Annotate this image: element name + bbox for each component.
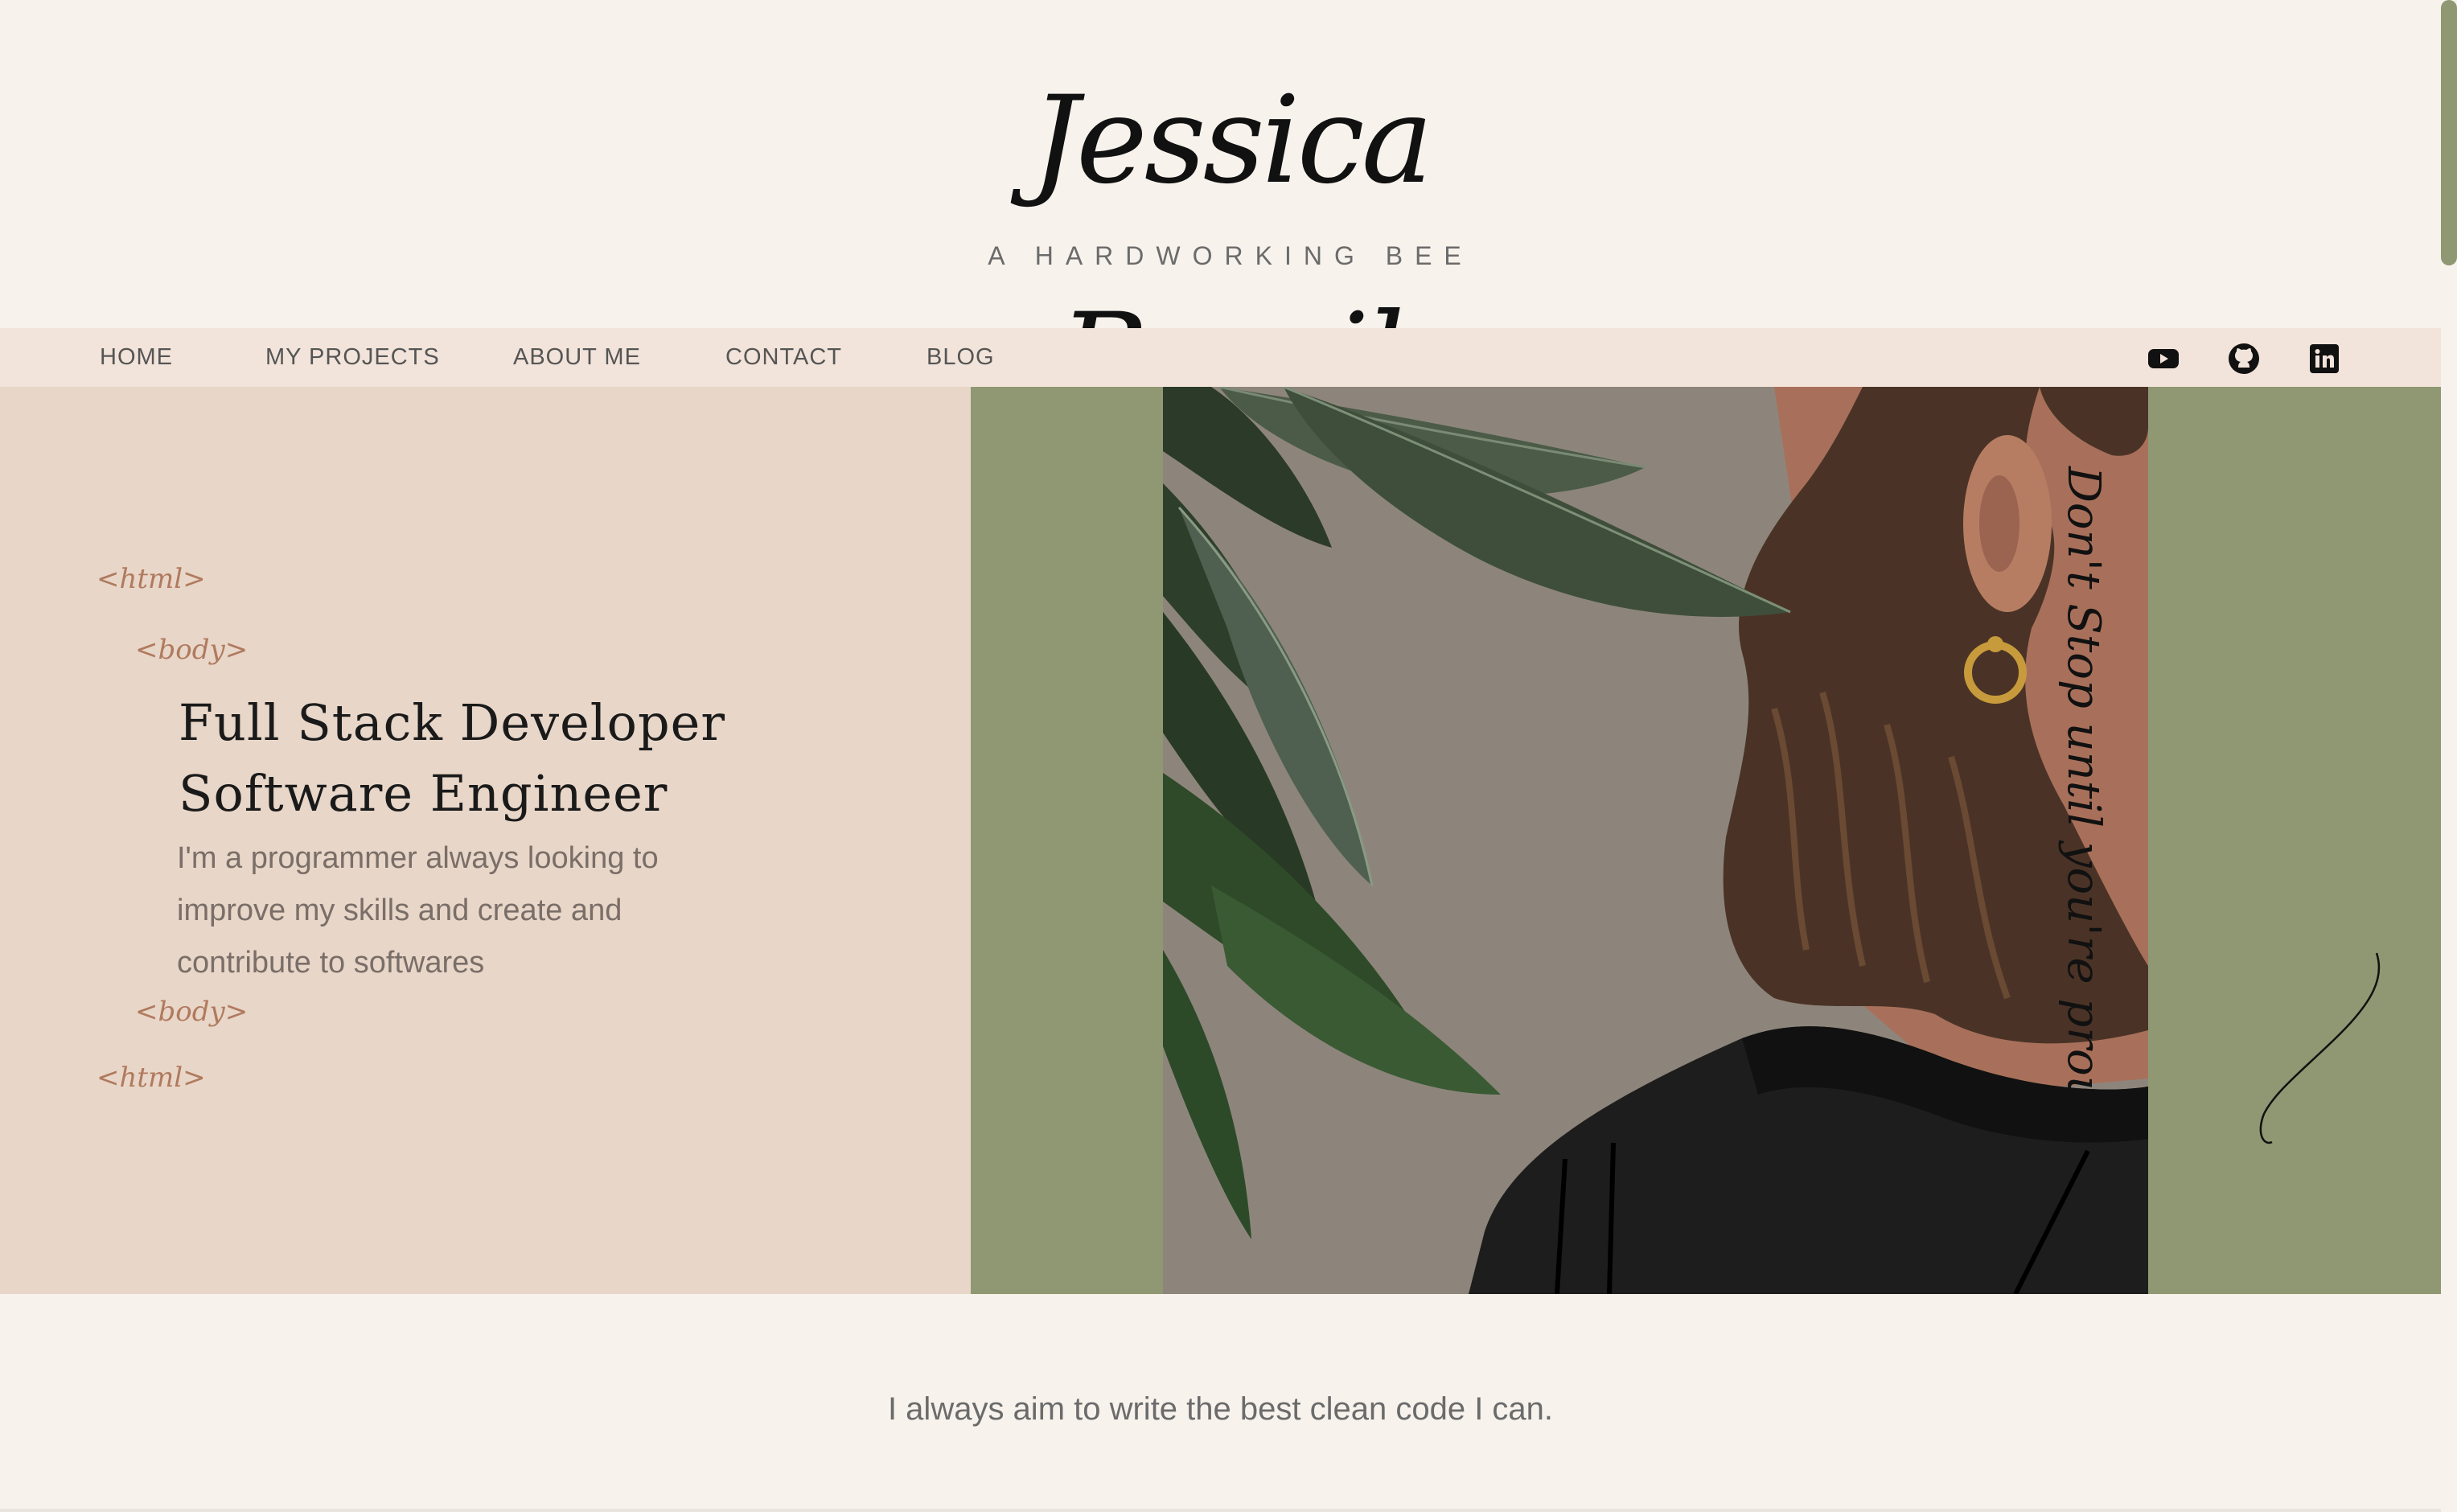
nav-item-my-projects[interactable]: MY PROJECTS <box>265 328 440 387</box>
hero-heading-line1: Full Stack Developer <box>179 693 725 752</box>
portrait-illustration <box>1163 387 2148 1294</box>
decorative-swirl <box>2259 952 2381 1144</box>
nav-item-blog[interactable]: BLOG <box>927 328 995 387</box>
github-icon[interactable] <box>2228 343 2260 375</box>
nav-item-home[interactable]: HOME <box>100 328 173 387</box>
section-divider <box>0 1509 2441 1512</box>
html-open-tag: <html> <box>97 563 206 595</box>
main-nav: HOME MY PROJECTS ABOUT ME CONTACT BLOG <box>0 328 2441 387</box>
linkedin-icon[interactable] <box>2308 343 2340 375</box>
body-open-tag: <body> <box>135 634 249 666</box>
site-tagline: A HARDWORKING BEE <box>988 241 1473 270</box>
scrollbar-thumb[interactable] <box>2441 0 2457 265</box>
nav-item-contact[interactable]: CONTACT <box>725 328 842 387</box>
nav-item-about-me[interactable]: ABOUT ME <box>513 328 641 387</box>
hero-description: I'm a programmer always looking to impro… <box>177 841 659 980</box>
html-close-tag: <html> <box>97 1062 206 1094</box>
hero-heading-line2: Software Engineer <box>179 764 668 823</box>
body-close-tag: <body> <box>135 996 249 1028</box>
clean-code-statement: I always aim to write the best clean cod… <box>887 1391 1554 1427</box>
site-header: Jessica Bassil A HARDWORKING BEE <box>0 0 2441 428</box>
youtube-icon[interactable] <box>2147 343 2180 375</box>
site-title[interactable]: Jessica Bassil <box>965 32 1496 428</box>
motivational-quote: Don't Stop until you're proud <box>2057 466 2110 1134</box>
